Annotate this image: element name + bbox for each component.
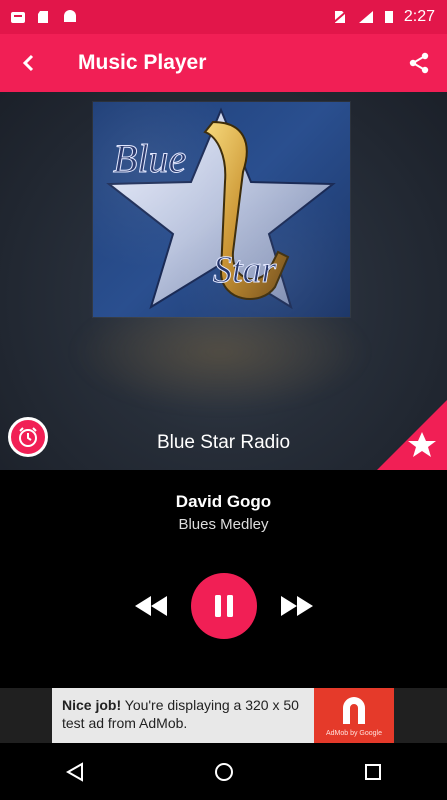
fast-forward-icon: [280, 596, 313, 616]
back-arrow-icon: [22, 54, 34, 72]
page-title: Music Player: [78, 51, 207, 74]
notification-icon: [11, 12, 25, 23]
album-cover: Blue Star: [93, 102, 350, 317]
signal-icon: [358, 11, 373, 23]
ad-content[interactable]: Nice job! You're displaying a 320 x 50 t…: [52, 688, 394, 743]
admob-logo: AdMob by Google: [314, 688, 394, 743]
pause-button[interactable]: [190, 573, 257, 639]
share-button[interactable]: [391, 35, 447, 91]
nav-home-icon[interactable]: [213, 761, 235, 783]
playback-controls: [0, 573, 447, 639]
android-icon: [64, 10, 76, 22]
artist-name: David Gogo: [175, 492, 272, 511]
ad-headline: Nice job!: [62, 697, 122, 713]
rewind-button[interactable]: [131, 586, 171, 626]
ad-banner[interactable]: Nice job! You're displaying a 320 x 50 t…: [0, 688, 447, 743]
rewind-icon: [134, 596, 167, 616]
star-icon[interactable]: [407, 430, 437, 460]
battery-icon: [384, 11, 393, 23]
no-sim-icon: [332, 10, 348, 24]
system-nav-bar: [0, 743, 447, 800]
admob-caption: AdMob by Google: [325, 730, 383, 737]
sd-card-icon: [38, 11, 48, 23]
song-title: Blues Medley: [178, 516, 269, 533]
pause-icon: [214, 595, 233, 617]
admob-logo-icon: [343, 697, 365, 724]
back-button[interactable]: [0, 34, 58, 92]
app-bar: Music Player: [0, 34, 447, 92]
nav-back-icon[interactable]: [64, 761, 86, 783]
fast-forward-button[interactable]: [277, 586, 317, 626]
music-player-screen: 2:27 Music Player Blue Star Radio David …: [0, 0, 447, 800]
share-icon: [409, 52, 429, 74]
nav-recents-icon[interactable]: [362, 761, 384, 783]
status-time: 2:27: [403, 8, 435, 25]
ad-text: Nice job! You're displaying a 320 x 50 t…: [52, 688, 314, 743]
station-artwork-panel: Blue Star Blue Star Radio: [0, 92, 447, 470]
status-bar: 2:27: [0, 0, 447, 34]
